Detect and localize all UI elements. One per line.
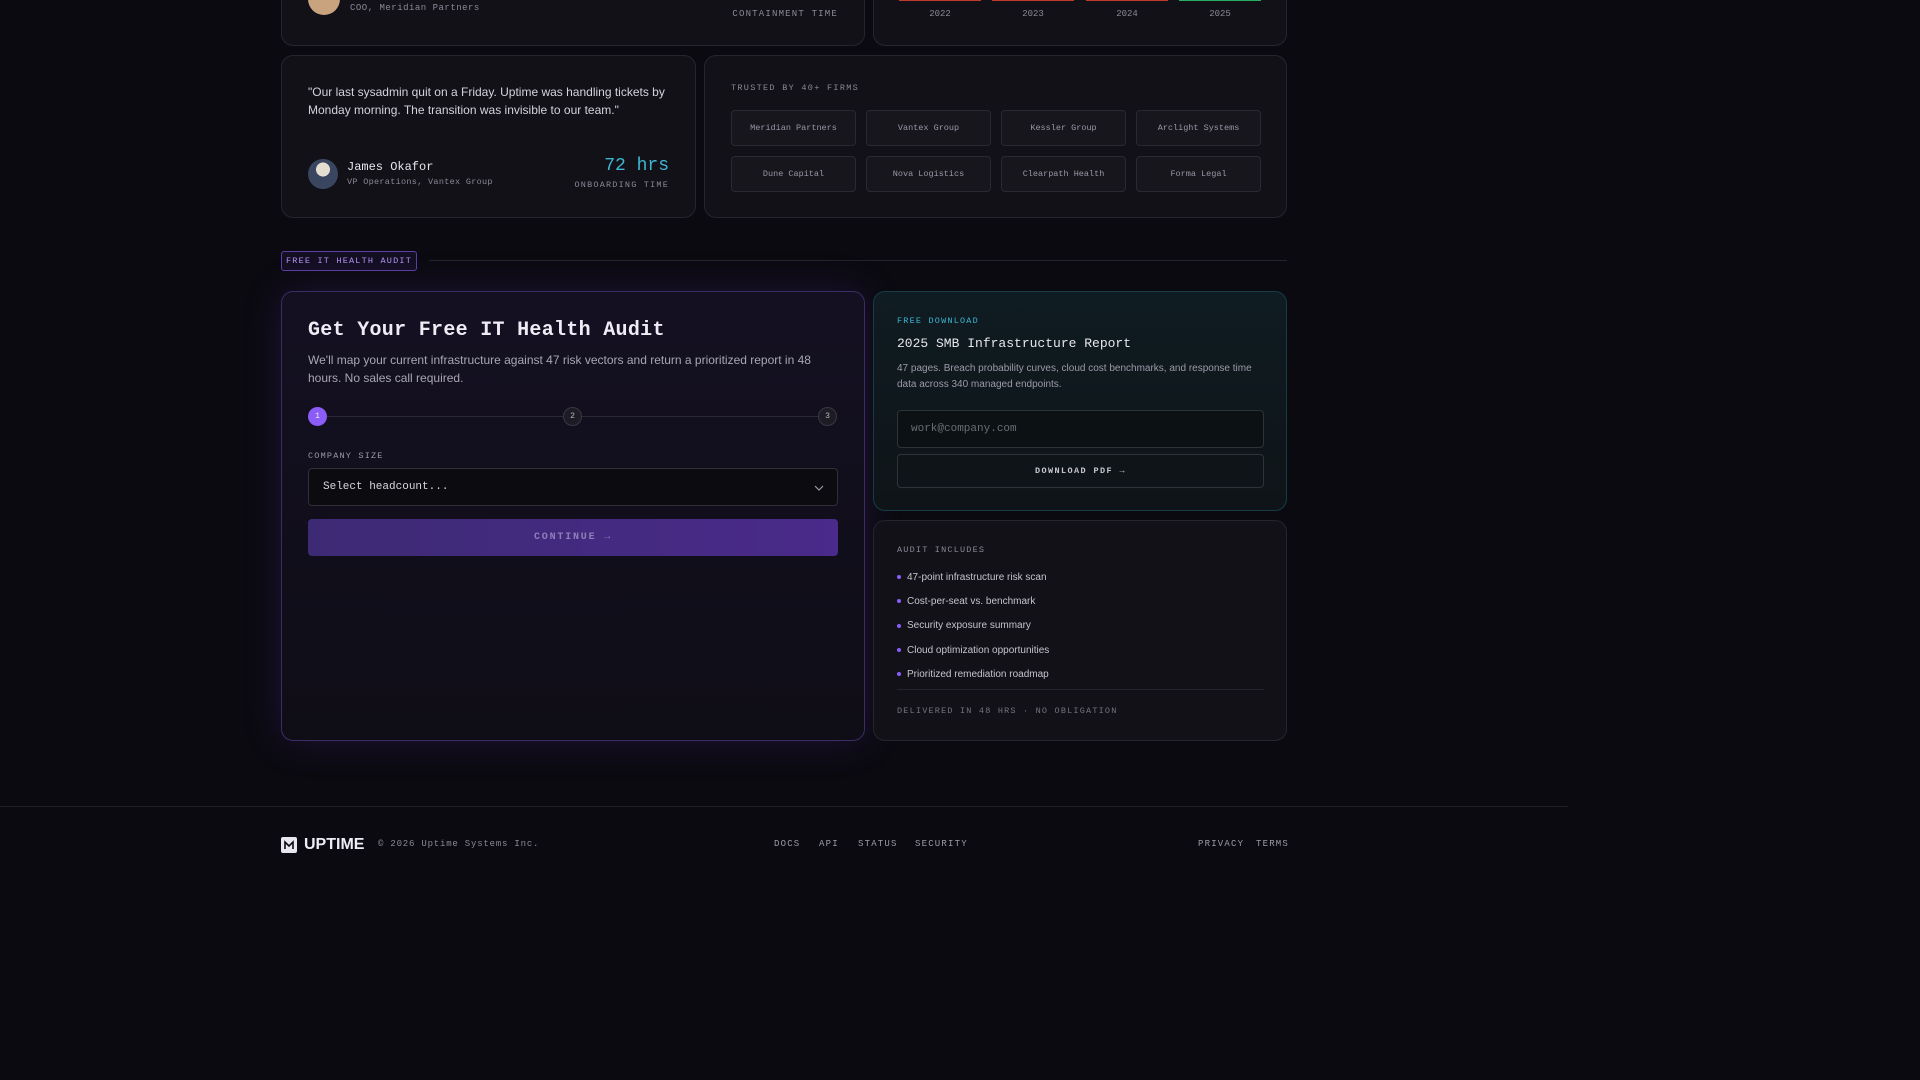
copyright: © 2026 Uptime Systems Inc. [378,839,540,849]
download-pdf-button[interactable]: DOWNLOAD PDF → [897,454,1264,488]
metric-label: CONTAINMENT TIME [732,9,838,19]
list-item: Prioritized remediation roadmap [897,662,1049,686]
testimonial-quote: "Our last sysadmin quit on a Friday. Upt… [308,85,665,117]
testimonial-role: COO, Meridian Partners [350,3,480,13]
firm-logo: Forma Legal [1136,156,1261,192]
footer-link-security[interactable]: SECURITY [915,839,968,849]
footer: UPTIME © 2026 Uptime Systems Inc. DOCS A… [0,806,1568,882]
step-connector [582,416,818,417]
bullet-icon [897,599,901,604]
year-bar-2022 [899,0,981,1]
testimonial-card-previous: COO, Meridian Partners CONTAINMENT TIME [281,0,865,46]
headcount-select-value: Select headcount... [323,481,449,493]
firm-logo: Clearpath Health [1001,156,1126,192]
list-item-text: Security exposure summary [907,620,1031,632]
headcount-select[interactable]: Select headcount... [308,468,838,506]
trusted-firms-card: TRUSTED BY 40+ FIRMS Meridian Partners V… [704,55,1287,218]
avatar [308,159,338,189]
step-indicator-1: 1 [308,407,327,426]
report-title: 2025 SMB Infrastructure Report [897,336,1132,351]
metric-label: ONBOARDING TIME [574,180,669,190]
metric-value: 72 hrs [604,156,669,176]
footer-link-docs[interactable]: DOCS [774,839,800,849]
list-item: Security exposure summary [897,614,1049,638]
footer-link-status[interactable]: STATUS [858,839,898,849]
audit-title: Get Your Free IT Health Audit [308,319,665,342]
report-description: 47 pages. Breach probability curves, clo… [897,363,1252,390]
trusted-label: TRUSTED BY 40+ FIRMS [731,83,860,93]
avatar [308,0,340,15]
year-bar-2025 [1179,0,1261,1]
bullet-icon [897,623,901,628]
audit-description: We'll map your current infrastructure ag… [308,353,811,385]
report-download-card: FREE DOWNLOAD 2025 SMB Infrastructure Re… [873,291,1287,511]
firms-grid: Meridian Partners Vantex Group Kessler G… [731,110,1261,192]
section-divider [429,260,1287,261]
firm-logo: Meridian Partners [731,110,856,146]
continue-button[interactable]: CONTINUE → [308,519,838,556]
year-bar-2024 [1086,0,1168,1]
company-size-label: COMPANY SIZE [308,451,384,461]
firm-logo: Kessler Group [1001,110,1126,146]
free-download-eyebrow: FREE DOWNLOAD [897,316,979,326]
audit-includes-card: AUDIT INCLUDES 47-point infrastructure r… [873,520,1287,741]
includes-list: 47-point infrastructure risk scan Cost-p… [897,565,1049,686]
list-item-text: 47-point infrastructure risk scan [907,571,1047,583]
firm-logo: Dune Capital [731,156,856,192]
bullet-icon [897,575,901,580]
brand-name[interactable]: UPTIME [304,836,364,854]
testimonial-name: James Okafor [347,160,434,174]
step-indicator-2: 2 [563,407,582,426]
list-item-text: Cloud optimization opportunities [907,644,1050,656]
year-bar-2023 [992,0,1074,1]
chevron-down-icon [814,485,824,491]
year-label: 2022 [929,9,951,19]
email-input[interactable] [897,410,1264,448]
footer-link-api[interactable]: API [819,839,839,849]
list-item: Cost-per-seat vs. benchmark [897,589,1049,613]
divider [897,689,1264,690]
footer-link-terms[interactable]: TERMS [1256,839,1289,849]
list-item-text: Prioritized remediation roadmap [907,668,1049,680]
testimonial-role: VP Operations, Vantex Group [347,177,493,187]
year-label: 2023 [1022,9,1044,19]
step-connector [327,416,563,417]
audit-form-card: Get Your Free IT Health Audit We'll map … [281,291,865,741]
testimonial-card: "Our last sysadmin quit on a Friday. Upt… [281,55,696,218]
includes-label: AUDIT INCLUDES [897,545,986,555]
delivery-note: DELIVERED IN 48 HRS · NO OBLIGATION [897,706,1118,716]
step-indicator-3: 3 [818,407,837,426]
firm-logo: Vantex Group [866,110,991,146]
list-item: Cloud optimization opportunities [897,638,1049,662]
bullet-icon [897,672,901,677]
firm-logo: Arclight Systems [1136,110,1261,146]
section-tag: FREE IT HEALTH AUDIT [281,251,417,271]
footer-link-privacy[interactable]: PRIVACY [1198,839,1244,849]
list-item: 47-point infrastructure risk scan [897,565,1049,589]
firm-logo: Nova Logistics [866,156,991,192]
bullet-icon [897,648,901,653]
year-label: 2024 [1116,9,1138,19]
year-label: 2025 [1209,9,1231,19]
yearly-chart-card: 2022 2023 2024 2025 [873,0,1287,46]
list-item-text: Cost-per-seat vs. benchmark [907,595,1036,607]
uptime-logo-icon[interactable] [281,837,297,853]
